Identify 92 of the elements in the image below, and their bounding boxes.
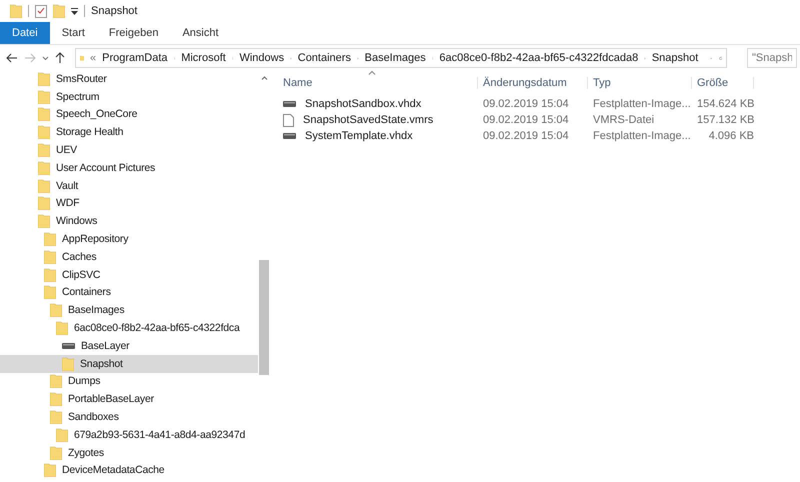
back-arrow-icon[interactable] [6,53,18,63]
folder-icon [50,410,62,424]
file-name: SnapshotSavedState.vmrs [302,114,434,126]
table-cell-text: 09.02.2019 15:04 [482,114,570,126]
file-name-cell[interactable]: SnapshotSavedState.vmrs [278,114,478,126]
folder-icon [50,392,62,406]
table-cell-text: 154.624 KB [696,98,754,110]
ribbon-tab[interactable]: Datei [0,22,50,44]
folder-icon [56,428,68,442]
folder-icon [38,214,50,228]
folder-icon [50,446,62,460]
file-icon [283,114,294,126]
column-header[interactable]: Name [278,77,478,89]
column-header[interactable]: Größe [692,77,754,89]
folder-icon [44,268,56,282]
dropdown-icon[interactable] [71,8,78,14]
tree-item[interactable]: Zygotes [0,444,258,462]
tree-item[interactable]: Containers [0,284,258,302]
folder-icon [44,232,56,246]
folder-icon [44,285,56,300]
folder-icon [50,374,62,388]
tree-item[interactable]: Snapshot [0,354,258,373]
breadcrumb[interactable]: Windows [239,52,284,64]
file-name: SnapshotSandbox.vhdx [304,98,422,110]
tree-item[interactable]: WDF [0,194,258,212]
tree-item[interactable]: ClipSVC [0,266,258,284]
tree-item[interactable]: 679a2b93-5631-4a41-a8d4-aa92347d [0,426,258,444]
tree-item[interactable]: PortableBaseLayer [0,390,258,408]
sort-caret-icon [368,70,376,75]
folder-icon [38,143,50,158]
properties-icon[interactable] [35,4,47,18]
tree-item[interactable]: UEV [0,141,258,159]
breadcrumb[interactable]: Containers [298,52,351,64]
tree-item[interactable]: Caches [0,248,258,266]
ribbon-tab[interactable]: Freigeben [96,22,170,44]
table-cell-text: 157.132 KB [696,114,754,126]
table-cell-text: 09.02.2019 15:04 [482,98,570,110]
folder-icon [10,4,22,18]
tree-item[interactable]: Storage Health [0,123,258,142]
folder-icon [38,107,50,122]
scroll-up-icon[interactable] [260,76,268,80]
overflow-marker[interactable]: « [90,52,96,64]
file-name: SystemTemplate.vhdx [304,130,413,142]
table-cell-text: 4.096 KB [708,130,754,142]
folder-icon [56,321,68,336]
tree-item[interactable]: 6ac08ce0-f8b2-42aa-bf65-c4322fdca [0,319,258,337]
tree-item[interactable]: AppRepository [0,230,258,248]
folder-icon [38,72,50,86]
folder-icon [50,303,62,318]
address-bar[interactable]: « ProgramData Microsoft Windows Containers BaseImages 6ac08ce0-f8b2-42aa-bf65-c4322fdcada8 Snapshot [75,48,727,68]
breadcrumb[interactable]: ProgramData [102,52,168,64]
file-name-cell[interactable]: SystemTemplate.vhdx [278,130,478,142]
tree-item[interactable]: BaseImages [0,301,258,320]
table-cell-text: Festplatten-Image... [592,98,692,110]
tree-item[interactable]: Speech_OneCore [0,106,258,124]
tree-item[interactable]: Spectrum [0,88,258,106]
folder-icon [44,463,56,478]
up-arrow-icon[interactable] [55,52,65,64]
column-header[interactable]: Typ [588,77,692,89]
chevron-down-icon[interactable] [42,56,49,60]
folder-icon [38,196,50,210]
tree-item[interactable]: Windows [0,212,258,230]
breadcrumb[interactable]: BaseImages [364,52,426,64]
tree-item[interactable]: SmsRouter [0,70,258,88]
drive-icon [62,342,75,350]
file-name-cell[interactable]: SnapshotSandbox.vhdx [278,98,478,110]
table-cell-text: Festplatten-Image... [592,130,692,142]
table-cell-text: VMRS-Datei [592,114,656,126]
tree-item[interactable]: Sandboxes [0,408,258,426]
drive-icon [283,132,296,140]
breadcrumb[interactable]: Snapshot [652,52,698,64]
tree-item[interactable]: User Account Pictures [0,158,258,177]
folder-icon [38,160,50,175]
tree-item[interactable]: Dumps [0,372,258,390]
drive-icon [283,100,296,108]
tree-item[interactable]: Vault [0,176,258,195]
tree-item[interactable]: DeviceMetadataCache [0,462,258,480]
window-title: Snapshot [91,5,138,17]
folder-icon [44,250,56,264]
breadcrumb[interactable]: 6ac08ce0-f8b2-42aa-bf65-c4322fdcada8 [439,52,638,64]
folder-icon [38,178,50,193]
folder-icon [38,90,50,104]
ribbon-tab[interactable]: Start [50,22,97,44]
folder-icon [62,356,74,371]
folder-icon [53,4,65,18]
breadcrumb[interactable]: Microsoft [181,52,226,64]
column-header[interactable]: Änderungsdatum [478,77,588,89]
ribbon-tab[interactable]: Ansicht [170,22,231,44]
scrollbar-thumb[interactable] [259,260,269,375]
folder-icon [38,125,50,140]
table-cell-text: 09.02.2019 15:04 [482,130,570,142]
tree-item[interactable]: BaseLayer [0,336,258,355]
